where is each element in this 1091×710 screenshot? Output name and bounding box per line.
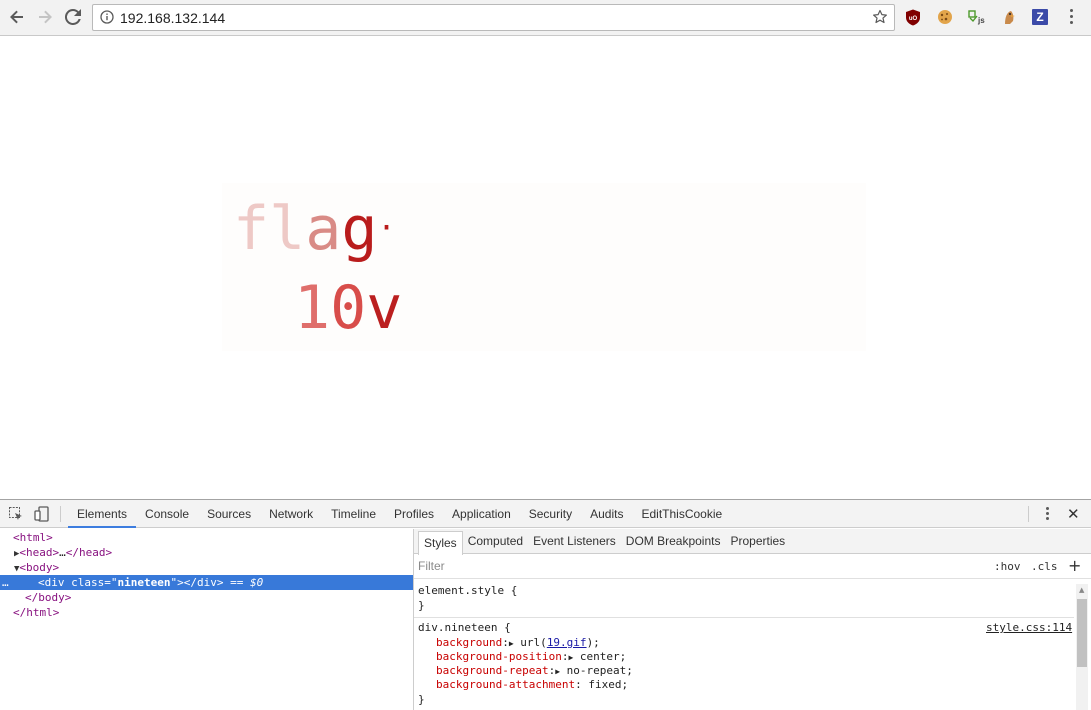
inspect-element-icon[interactable] [8, 506, 24, 522]
scroll-up-icon[interactable]: ▲ [1079, 586, 1084, 594]
css-property[interactable]: background [436, 636, 502, 649]
bird-icon[interactable] [1000, 8, 1018, 26]
svg-text:js: js [977, 16, 985, 25]
scroll-thumb[interactable] [1077, 599, 1087, 667]
styles-subtabs: Styles Computed Event Listeners DOM Breakpo… [414, 529, 1091, 555]
resource-link[interactable]: 19.gif [547, 636, 587, 649]
hover-state-toggle[interactable]: :hov [994, 560, 1021, 573]
tab-network[interactable]: Network [260, 500, 322, 528]
selected-div-node[interactable]: … <div class="nineteen"></div> == $0 [0, 575, 413, 590]
browser-toolbar: 192.168.132.144 uO js Z [0, 0, 1091, 36]
nineteen-div: flag· 10v [222, 183, 866, 351]
devtools-tabbar: Elements Console Sources Network Timeline Pro… [0, 500, 1091, 528]
html-open-node[interactable]: <html> [13, 530, 53, 545]
browser-menu-icon[interactable] [1066, 9, 1076, 27]
body-open-node[interactable]: ▼<body> [14, 560, 59, 575]
reload-button[interactable] [61, 6, 85, 28]
elements-tree: <html> ▶<head>…</head> ▼<body> … <div cl… [0, 529, 413, 710]
styles-filter-input[interactable]: Filter [418, 559, 445, 573]
tab-audits[interactable]: Audits [581, 500, 632, 528]
css-property[interactable]: background-attachment [436, 678, 575, 691]
html-close-node[interactable]: </html> [13, 605, 59, 620]
css-property[interactable]: background-repeat [436, 664, 549, 677]
element-style-selector[interactable]: element.style { [418, 584, 517, 598]
tab-security[interactable]: Security [520, 500, 581, 528]
toolbar-divider [1028, 506, 1029, 522]
subtab-event-listeners[interactable]: Event Listeners [528, 529, 621, 553]
node-actions-dots[interactable]: … [2, 575, 9, 590]
ublock-origin-icon[interactable]: uO [904, 8, 922, 26]
forward-arrow-icon [39, 10, 52, 24]
close-devtools-button[interactable]: ✕ [1067, 505, 1080, 523]
reload-icon [65, 9, 81, 25]
tab-timeline[interactable]: Timeline [322, 500, 385, 528]
back-button[interactable] [5, 6, 29, 28]
tab-console[interactable]: Console [136, 500, 198, 528]
tab-elements[interactable]: Elements [68, 500, 137, 528]
body-close-node[interactable]: </body> [25, 590, 71, 605]
device-toolbar-icon[interactable] [34, 506, 50, 522]
page-viewport: flag· 10v [0, 37, 1091, 498]
bookmark-star-icon[interactable] [872, 9, 888, 25]
rule-close-brace: } [418, 693, 425, 706]
devtools-menu-icon[interactable] [1042, 507, 1052, 523]
gif-text-line-2: 10v [294, 273, 403, 343]
styles-scrollbar[interactable]: ▲ [1076, 584, 1088, 710]
address-bar[interactable]: 192.168.132.144 [92, 4, 895, 31]
class-toggle[interactable]: .cls [1031, 560, 1058, 573]
css-value[interactable]: no-repeat; [560, 664, 633, 677]
subtab-computed[interactable]: Computed [463, 529, 528, 553]
styles-sidebar: Styles Computed Event Listeners DOM Breakpo… [414, 529, 1091, 710]
css-value[interactable]: center; [573, 650, 626, 663]
css-declaration[interactable]: background-repeat:▶ no-repeat; [436, 664, 633, 679]
rule-selector[interactable]: div.nineteen { [418, 621, 511, 635]
rule-source-link[interactable]: style.css:114 [986, 621, 1072, 635]
tab-profiles[interactable]: Profiles [385, 500, 443, 528]
new-style-rule-button[interactable]: + [1068, 556, 1081, 575]
css-declaration[interactable]: background-position:▶ center; [436, 650, 626, 665]
styles-filter-row: Filter :hov .cls + [414, 555, 1091, 579]
back-arrow-icon [10, 10, 23, 24]
zotero-icon[interactable]: Z [1032, 9, 1048, 25]
tab-sources[interactable]: Sources [198, 500, 260, 528]
svg-text:uO: uO [909, 16, 918, 22]
element-style-close: } [418, 599, 425, 612]
head-node[interactable]: ▶<head>…</head> [14, 545, 112, 560]
subtab-properties[interactable]: Properties [725, 529, 790, 553]
devtools-tabs: Elements Console Sources Network Timeline Pro… [68, 500, 731, 528]
css-value[interactable]: fixed; [588, 678, 628, 691]
gif-text-line-1: flag· [233, 194, 396, 264]
info-icon[interactable] [100, 10, 114, 24]
css-property[interactable]: background-position [436, 650, 562, 663]
devtools-panel: Elements Console Sources Network Timeline Pro… [0, 499, 1091, 710]
forward-button[interactable] [33, 6, 57, 28]
css-declaration[interactable]: background:▶ url(19.gif); [436, 636, 600, 651]
tab-application[interactable]: Application [443, 500, 520, 528]
subtab-dom-breakpoints[interactable]: DOM Breakpoints [621, 529, 726, 553]
rule-separator [414, 617, 1074, 618]
css-value[interactable]: url(19.gif); [514, 636, 600, 649]
toolbar-divider [60, 506, 61, 522]
url-text[interactable]: 192.168.132.144 [120, 10, 225, 26]
tab-editthiscookie[interactable]: EditThisCookie [632, 500, 731, 528]
cookie-icon[interactable] [936, 8, 954, 26]
javascript-toggle-icon[interactable]: js [968, 8, 986, 26]
subtab-styles[interactable]: Styles [418, 531, 463, 555]
css-declaration[interactable]: background-attachment: fixed; [436, 678, 628, 692]
